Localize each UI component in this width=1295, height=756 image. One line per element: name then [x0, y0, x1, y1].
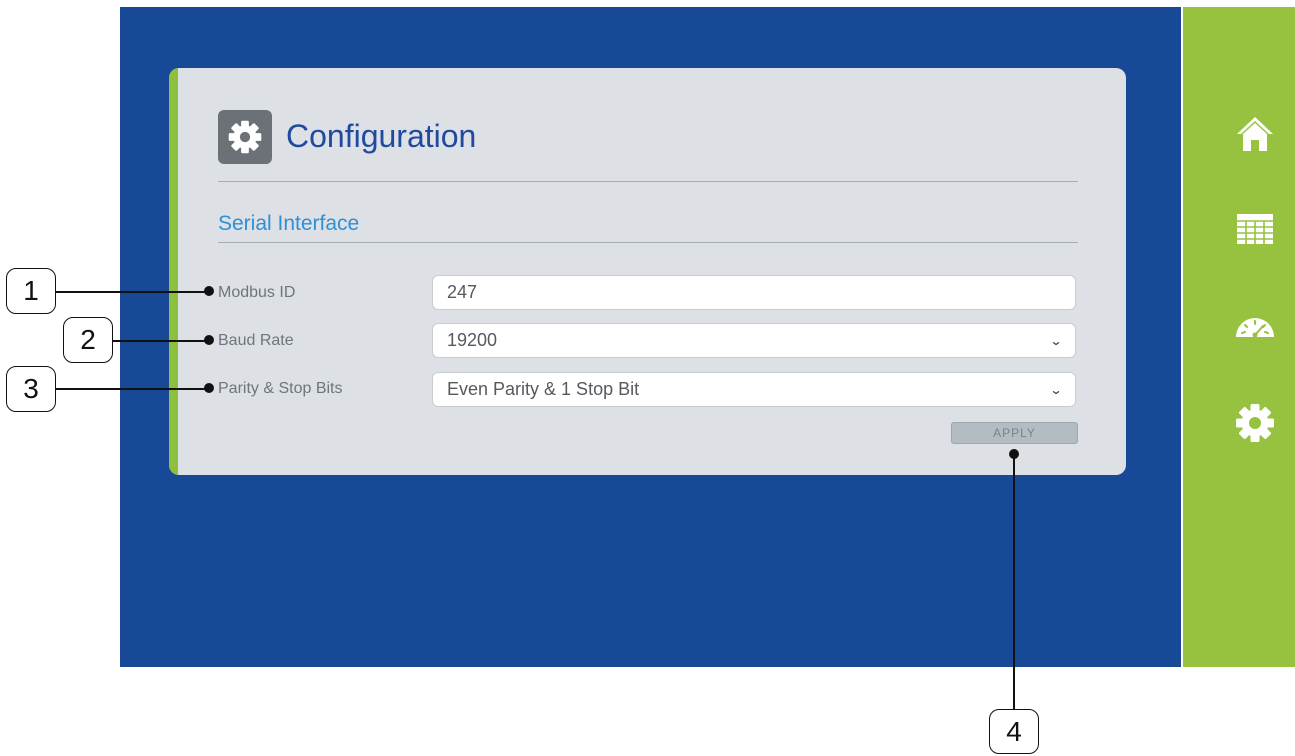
gear-icon	[228, 120, 262, 154]
section-divider	[218, 242, 1078, 243]
home-icon	[1237, 117, 1273, 151]
callout-2-dot	[204, 335, 214, 345]
gauge-icon	[1236, 318, 1274, 338]
modbus-id-input[interactable]: 247	[432, 275, 1076, 310]
callout-1: 1	[6, 268, 56, 314]
baud-rate-select[interactable]: 19200 ⌄	[432, 323, 1076, 358]
modbus-id-value: 247	[447, 282, 478, 302]
title-divider	[218, 181, 1078, 182]
callout-3-leader	[56, 388, 210, 390]
baud-rate-label: Baud Rate	[218, 332, 294, 349]
chevron-down-icon: ⌄	[1049, 333, 1063, 348]
callout-3: 3	[6, 366, 56, 412]
sidebar-item-settings[interactable]	[1233, 401, 1277, 445]
apply-button[interactable]: APPLY	[951, 422, 1078, 444]
card-accent-bar	[169, 68, 178, 475]
callout-4: 4	[989, 709, 1039, 754]
chevron-down-icon: ⌄	[1049, 382, 1063, 397]
callout-1-dot	[204, 286, 214, 296]
table-icon	[1237, 214, 1273, 244]
baud-rate-value: 19200	[447, 330, 498, 350]
parity-stop-bits-select[interactable]: Even Parity & 1 Stop Bit ⌄	[432, 372, 1076, 407]
configuration-card: Configuration Serial Interface Modbus ID…	[169, 68, 1126, 475]
parity-stop-bits-label: Parity & Stop Bits	[218, 380, 343, 397]
page-title: Configuration	[286, 118, 477, 154]
gear-icon	[1236, 404, 1274, 442]
callout-4-leader	[1013, 454, 1015, 709]
section-heading: Serial Interface	[218, 212, 360, 235]
sidebar-item-table[interactable]	[1233, 207, 1277, 251]
callout-2-leader	[113, 340, 210, 342]
parity-stop-bits-value: Even Parity & 1 Stop Bit	[447, 379, 640, 399]
callout-2: 2	[63, 317, 113, 363]
sidebar-item-home[interactable]	[1233, 111, 1277, 155]
callout-1-leader	[56, 291, 210, 293]
sidebar-item-gauge[interactable]	[1233, 304, 1277, 348]
callout-3-dot	[204, 383, 214, 393]
modbus-id-label: Modbus ID	[218, 284, 296, 301]
configuration-title-icon	[218, 110, 272, 164]
